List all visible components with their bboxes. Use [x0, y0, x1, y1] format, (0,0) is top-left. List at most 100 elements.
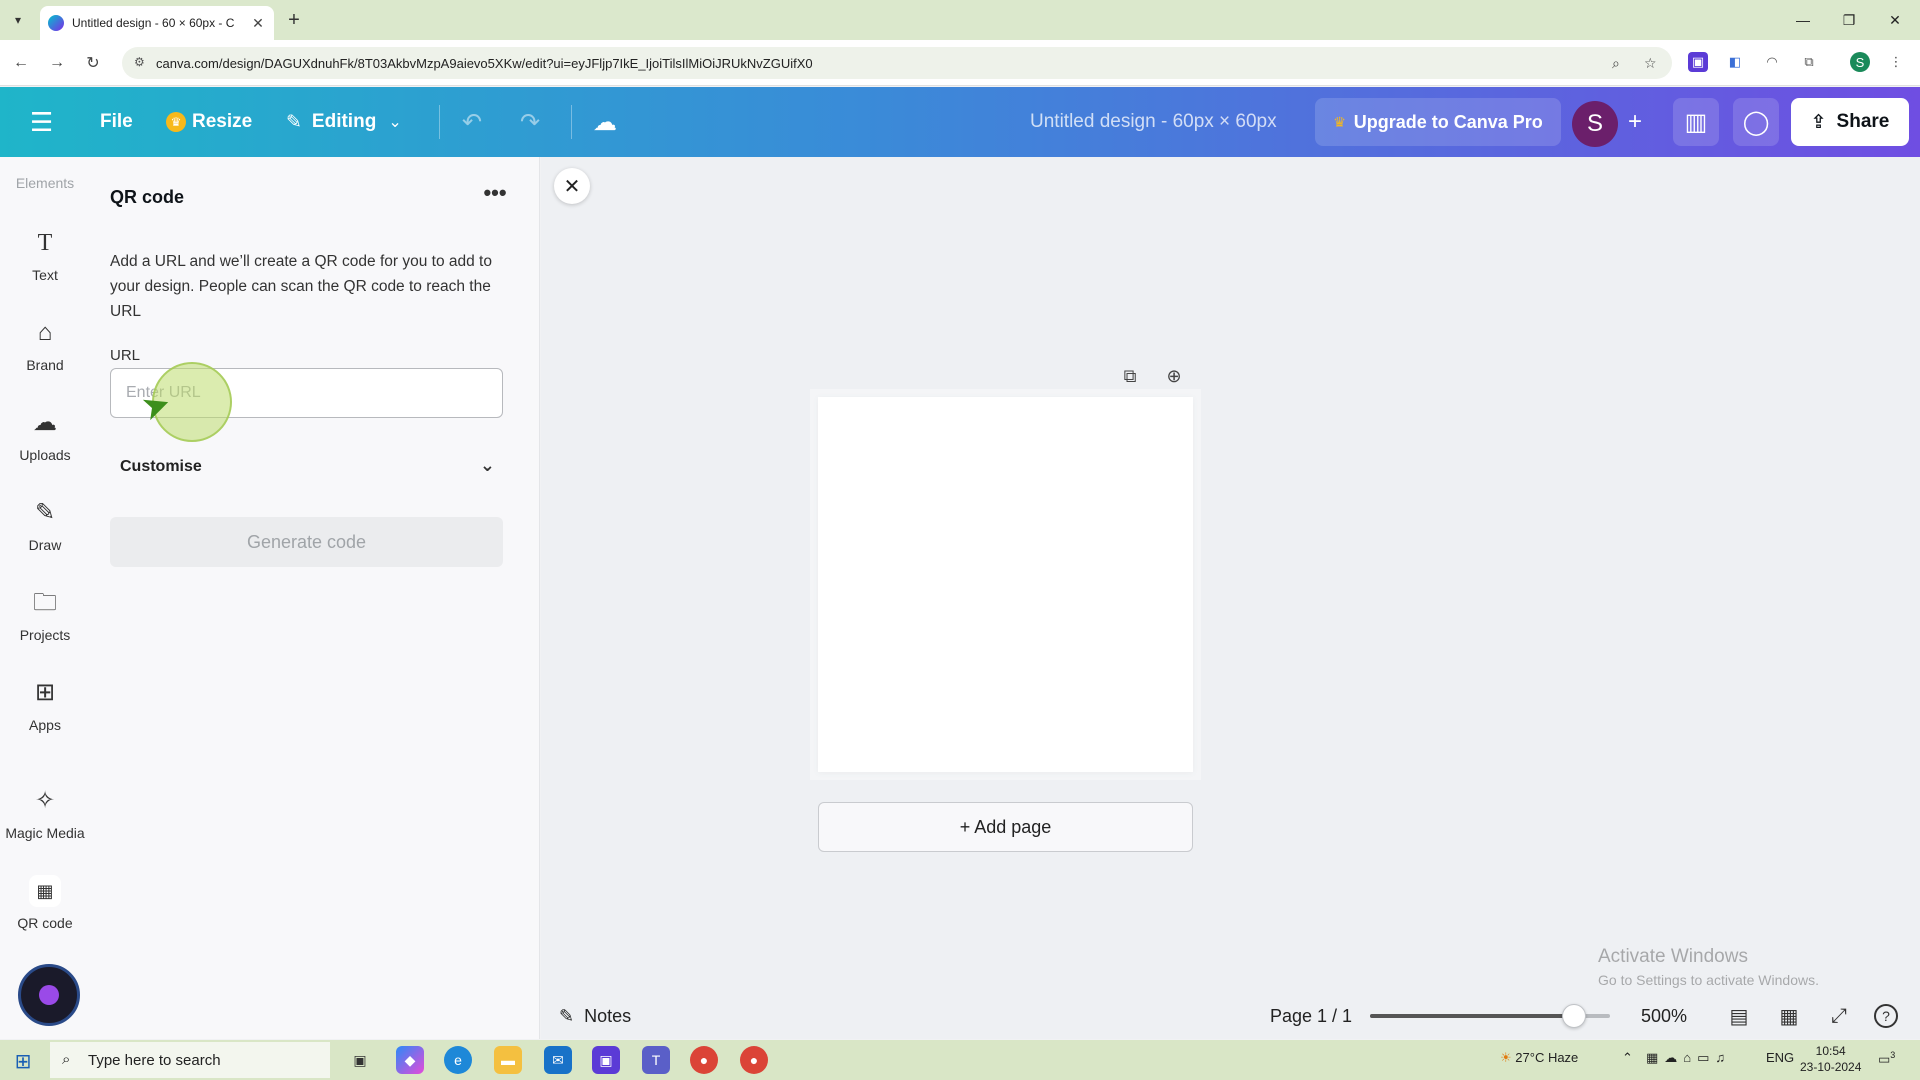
rail-item-projects[interactable]: 🗀 Projects — [0, 587, 90, 667]
side-rail: Elements T Text ⌂ Brand ☁ Uploads ✎ Draw… — [0, 157, 90, 1039]
rail-item-qr-code[interactable]: ▦ QR code — [0, 875, 90, 955]
canva-assistant-button[interactable] — [18, 964, 80, 1026]
rail-item-elements[interactable]: Elements — [0, 175, 90, 191]
add-page-button[interactable]: + Add page — [818, 802, 1193, 852]
notifications-icon[interactable]: ▭3 — [1878, 1050, 1895, 1067]
windows-taskbar: ⊞ ⌕ Type here to search ▣ ◆ e ▬ ✉ ▣ T ● … — [0, 1040, 1920, 1080]
share-button[interactable]: ⇪ Share — [1791, 98, 1909, 146]
zoom-icon[interactable]: ⌕ — [1612, 55, 1620, 72]
profile-avatar-icon[interactable]: S — [1850, 52, 1870, 72]
generate-code-button[interactable]: Generate code — [110, 517, 503, 567]
edge-browser-icon[interactable]: e — [444, 1046, 472, 1074]
zoom-slider-handle[interactable] — [1562, 1004, 1586, 1028]
reload-icon[interactable]: ↻ — [80, 50, 106, 76]
tab-title: Untitled design - 60 × 60px - C — [72, 16, 235, 30]
design-page[interactable] — [818, 397, 1193, 772]
bookmark-star-icon[interactable]: ☆ — [1644, 55, 1657, 72]
url-input[interactable] — [110, 368, 503, 418]
system-tray-icons[interactable]: ▦☁⌂▭♫ — [1646, 1050, 1731, 1066]
page-indicator[interactable]: Page 1 / 1 — [1270, 1001, 1352, 1031]
resize-button[interactable]: ♛ Resize — [166, 87, 252, 157]
rail-item-label: Projects — [19, 627, 71, 643]
upload-cloud-icon: ☁ — [33, 409, 57, 436]
chevron-down-icon: ⌄ — [388, 114, 402, 131]
undo-icon[interactable]: ↶ — [462, 87, 482, 157]
chrome-active-icon[interactable]: ● — [740, 1046, 768, 1074]
redo-icon[interactable]: ↷ — [520, 87, 540, 157]
teams-icon[interactable]: T — [642, 1046, 670, 1074]
url-label: URL — [110, 347, 141, 364]
file-explorer-icon[interactable]: ▬ — [494, 1046, 522, 1074]
upgrade-button[interactable]: ♛ Upgrade to Canva Pro — [1315, 98, 1561, 146]
mail-icon[interactable]: ✉ — [544, 1046, 572, 1074]
comments-icon[interactable]: ◯ — [1733, 98, 1779, 146]
page-view-icon[interactable]: ▤ — [1724, 1001, 1754, 1031]
tab-search-chevron-icon[interactable]: ▾ — [6, 8, 30, 32]
zoom-slider[interactable] — [1370, 1004, 1610, 1028]
clock[interactable]: 10:54 23-10-2024 — [1800, 1043, 1861, 1075]
canvas-area — [541, 157, 1920, 1039]
forward-icon[interactable]: → — [44, 50, 70, 76]
browser-menu-icon[interactable]: ⋮ — [1886, 52, 1906, 72]
weather-widget[interactable]: ☀ 27°C Haze — [1500, 1050, 1578, 1066]
fullscreen-icon[interactable]: ⤢ — [1824, 1001, 1854, 1031]
rail-item-apps[interactable]: ⊞ Apps — [0, 677, 90, 757]
rail-item-label: Magic Media — [5, 825, 85, 841]
language-indicator[interactable]: ENG — [1766, 1050, 1794, 1065]
zoom-level[interactable]: 500% — [1641, 1001, 1687, 1031]
tray-chevron-icon[interactable]: ⌃ — [1622, 1050, 1633, 1066]
duplicate-page-icon[interactable]: ⧉ — [1116, 362, 1144, 390]
app-purple-icon[interactable]: ▣ — [592, 1046, 620, 1074]
windows-start-icon[interactable]: ⊞ — [10, 1048, 36, 1074]
rail-item-label: Text — [32, 267, 58, 283]
browser-tab[interactable]: Untitled design - 60 × 60px - C ✕ — [40, 6, 274, 40]
more-options-icon[interactable]: ••• — [480, 181, 510, 211]
magic-media-icon: ✧ — [34, 787, 56, 814]
extension-2-icon[interactable]: ◧ — [1725, 52, 1745, 72]
editing-mode-dropdown[interactable]: ✎ Editing ⌄ — [286, 87, 402, 157]
zoom-slider-fill — [1370, 1014, 1574, 1018]
rail-item-uploads[interactable]: ☁ Uploads — [0, 407, 90, 487]
add-page-icon[interactable]: ⊕ — [1160, 362, 1188, 390]
back-icon[interactable]: ← — [8, 50, 34, 76]
add-collaborator-icon[interactable]: + — [1612, 98, 1658, 146]
task-view-icon[interactable]: ▣ — [346, 1046, 374, 1074]
extensions-puzzle-icon[interactable]: ⧉ — [1799, 52, 1819, 72]
editor-bottom-bar: ✎ Notes Page 1 / 1 500% ▤ ▦ ⤢ ? — [541, 993, 1920, 1039]
tab-close-icon[interactable]: ✕ — [250, 15, 266, 32]
file-menu[interactable]: File — [100, 87, 133, 157]
rail-item-brand[interactable]: ⌂ Brand — [0, 317, 90, 397]
rail-item-magic-media[interactable]: ✧ Magic Media — [0, 785, 90, 865]
extension-1-icon[interactable]: ▣ — [1688, 52, 1708, 72]
help-icon[interactable]: ? — [1874, 1004, 1898, 1028]
qr-code-icon: ▦ — [29, 875, 61, 907]
crown-icon: ♛ — [1333, 113, 1346, 130]
site-info-icon[interactable]: ⚙ — [134, 55, 145, 69]
activate-windows-subtitle: Go to Settings to activate Windows. — [1598, 972, 1819, 988]
activate-windows-title: Activate Windows — [1598, 946, 1748, 967]
design-title[interactable]: Untitled design - 60px × 60px — [1030, 87, 1277, 157]
customise-toggle[interactable]: Customise ⌄ — [110, 447, 505, 487]
browser-tab-bar: ▾ Untitled design - 60 × 60px - C ✕ + — … — [0, 0, 1920, 40]
rail-item-draw[interactable]: ✎ Draw — [0, 497, 90, 577]
rail-item-label: Uploads — [19, 447, 71, 463]
taskbar-search[interactable]: ⌕ Type here to search — [50, 1042, 330, 1078]
new-tab-icon[interactable]: + — [282, 8, 306, 32]
resize-label: Resize — [192, 111, 253, 132]
rail-item-label: Draw — [28, 537, 62, 553]
url-omnibox[interactable]: ⚙ canva.com/design/DAGUXdnuhFk/8T03AkbvM… — [122, 47, 1672, 79]
extension-3-icon[interactable]: ◠ — [1762, 52, 1782, 72]
window-close-icon[interactable]: ✕ — [1872, 0, 1918, 40]
insights-chart-icon[interactable]: ▥ — [1673, 98, 1719, 146]
minimize-icon[interactable]: — — [1780, 0, 1826, 40]
weather-sun-icon: ☀ — [1500, 1050, 1516, 1065]
chrome-icon[interactable]: ● — [690, 1046, 718, 1074]
close-panel-icon[interactable]: ✕ — [554, 168, 590, 204]
restore-icon[interactable]: ❐ — [1826, 0, 1872, 40]
copilot-icon[interactable]: ◆ — [396, 1046, 424, 1074]
grid-view-icon[interactable]: ▦ — [1774, 1001, 1804, 1031]
main-menu-icon[interactable]: ☰ — [30, 87, 60, 157]
notes-button[interactable]: ✎ Notes — [559, 1001, 631, 1031]
rail-item-text[interactable]: T Text — [0, 227, 90, 307]
cloud-saved-icon[interactable]: ☁ — [593, 87, 617, 157]
